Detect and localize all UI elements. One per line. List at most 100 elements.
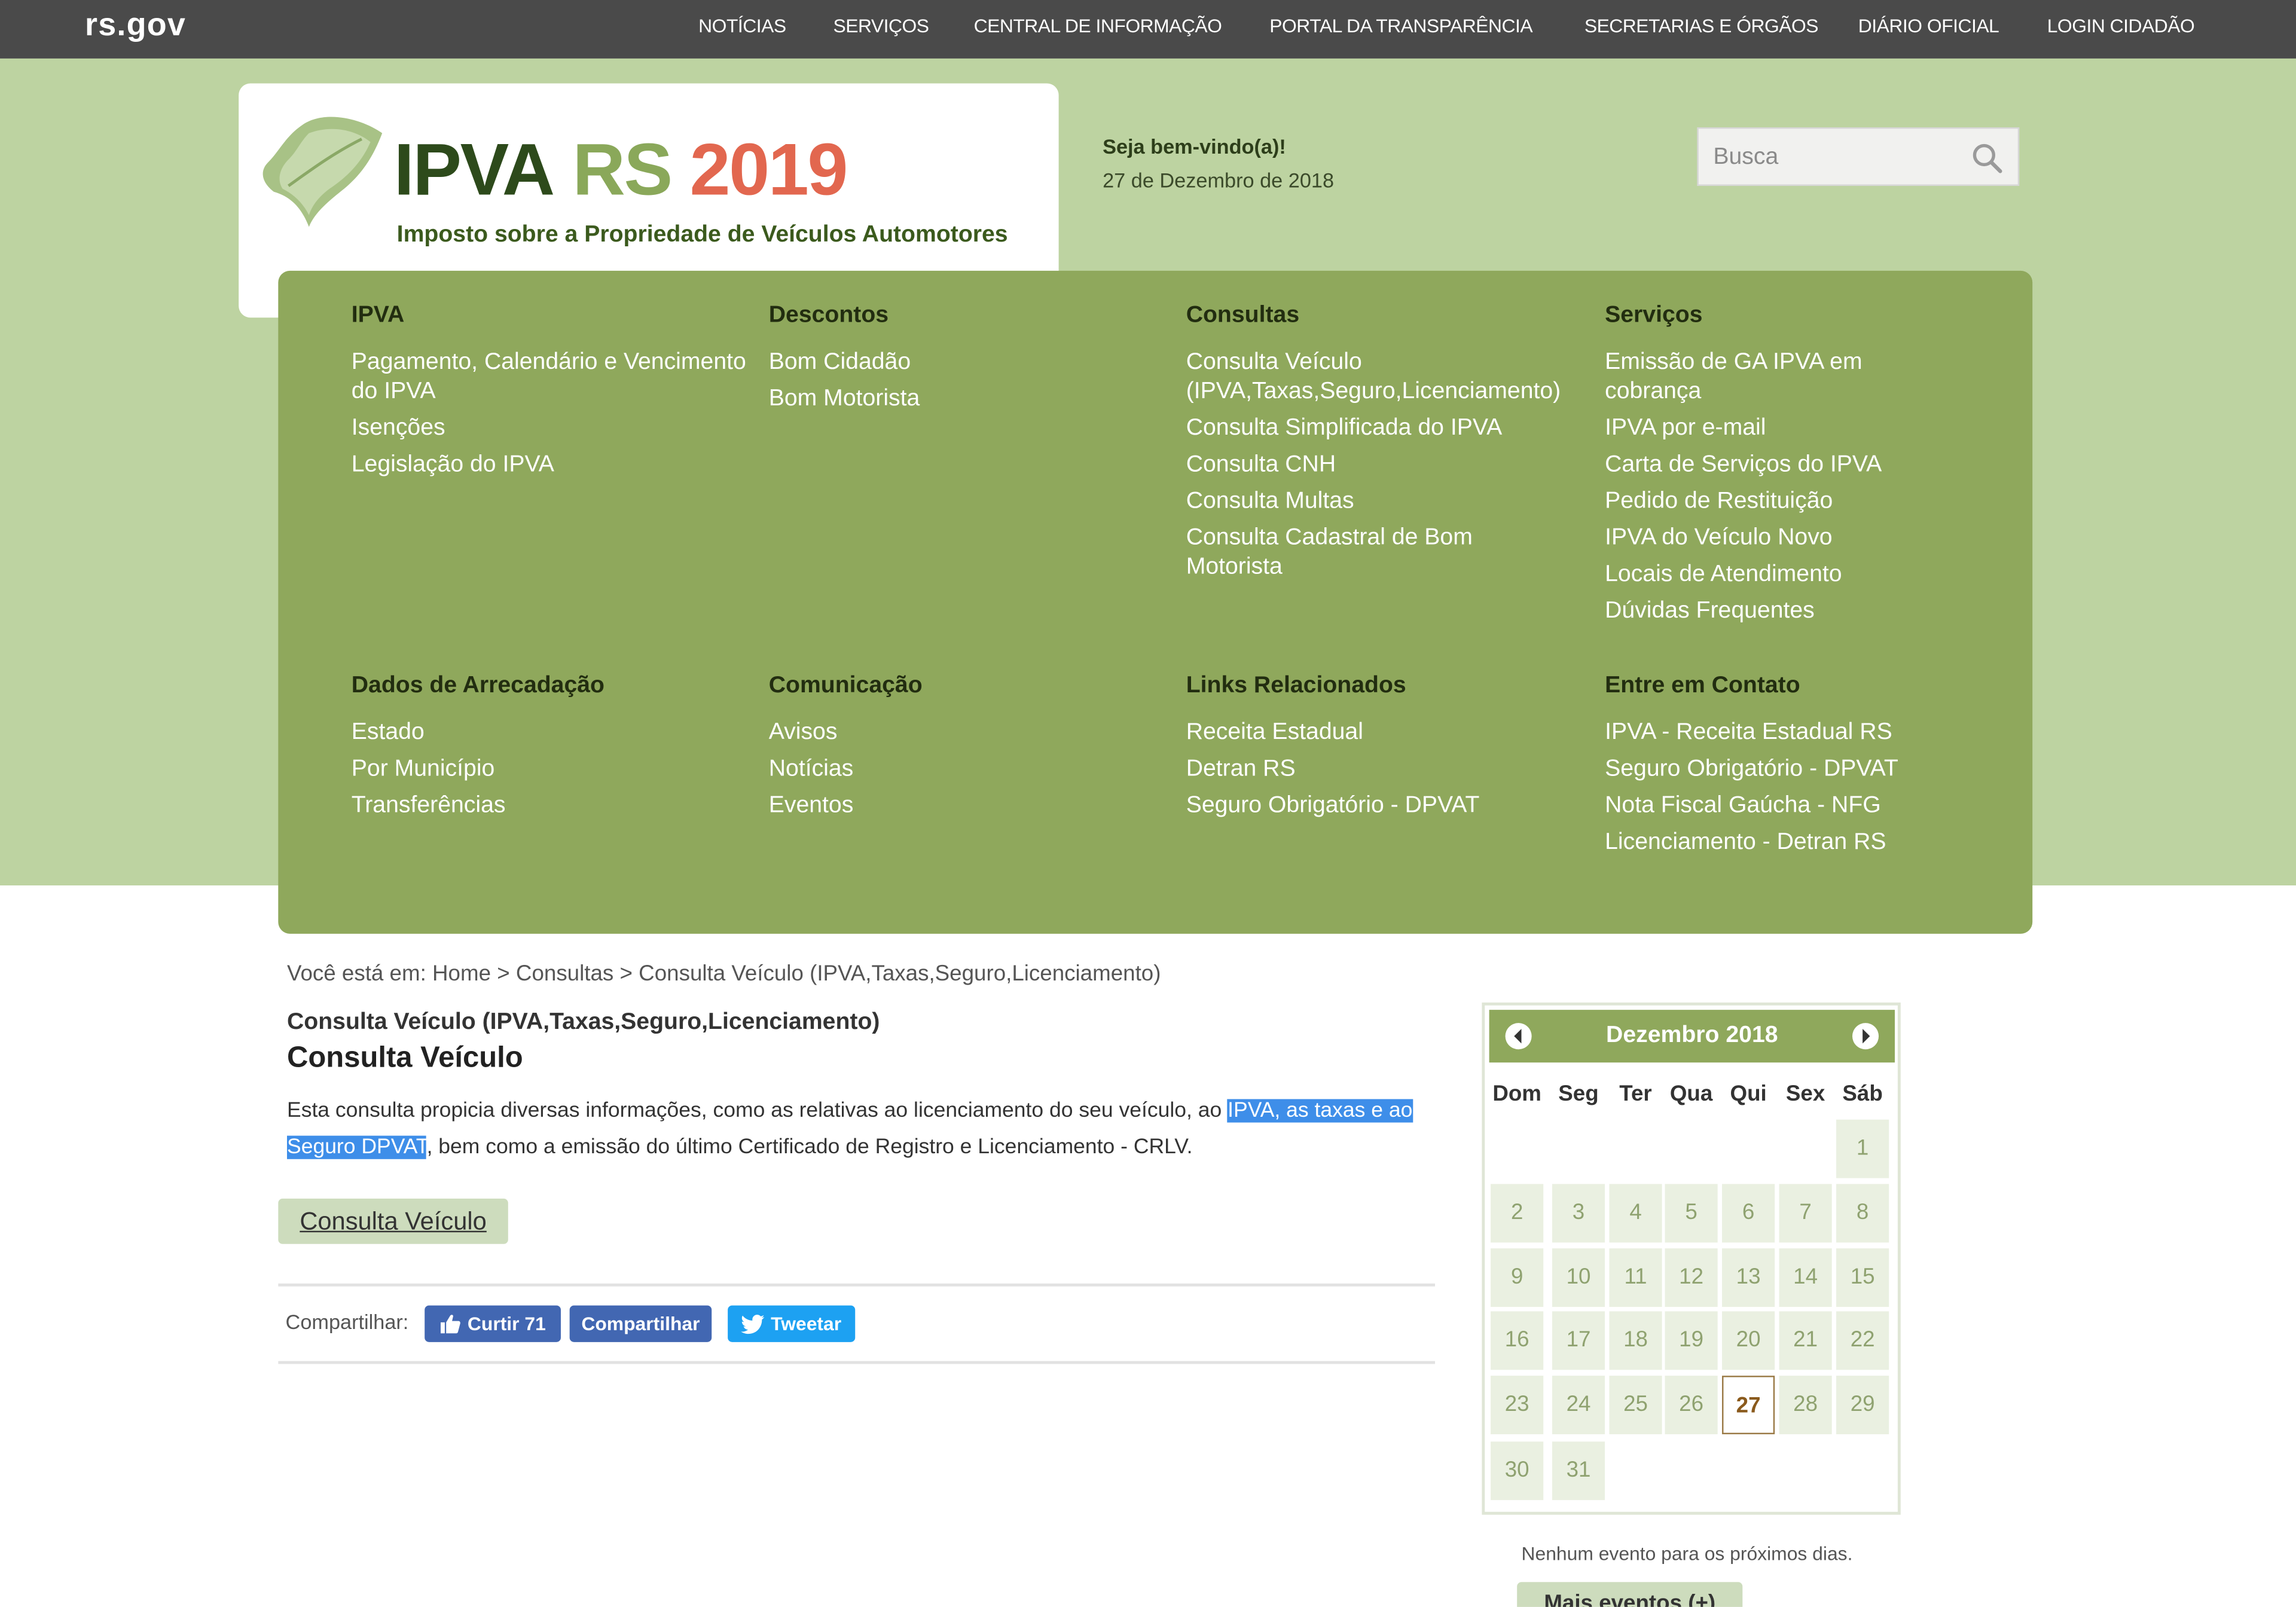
calendar-day[interactable]: 28 (1779, 1376, 1832, 1435)
calendar-day[interactable]: 18 (1609, 1311, 1662, 1370)
menu-link[interactable]: Por Município (352, 755, 754, 784)
calendar-day[interactable]: 16 (1491, 1311, 1544, 1370)
rs-gov-logo[interactable]: rs.gov (85, 6, 186, 44)
menu-link[interactable]: Consulta Simplificada do IPVA (1186, 414, 1604, 444)
calendar-month-title: Dezembro 2018 (1606, 1023, 1778, 1048)
menu-col-ipva: IPVA Pagamento, Calendário e Vencimento … (352, 303, 754, 487)
chevron-right-icon (1863, 1028, 1870, 1044)
calendar-day[interactable]: 11 (1609, 1248, 1662, 1307)
menu-link[interactable]: Transferências (352, 792, 754, 821)
nav-noticias[interactable]: NOTÍCIAS (698, 14, 786, 36)
menu-link[interactable]: IPVA - Receita Estadual RS (1605, 719, 1986, 748)
event-calendar: Dezembro 2018 Dom Seg Ter Qua Qui Sex Sáb 1 2 3 4 5… (1482, 1002, 1901, 1515)
menu-link[interactable]: Seguro Obrigatório - DPVAT (1605, 755, 1986, 784)
menu-link[interactable]: Notícias (769, 755, 1171, 784)
menu-link[interactable]: Consulta Veículo (IPVA,Taxas,Seguro,Lice… (1186, 349, 1604, 407)
tweet-button[interactable]: Tweetar (728, 1305, 856, 1342)
calendar-day[interactable]: 2 (1491, 1184, 1544, 1243)
more-events-button[interactable]: Mais eventos (+) (1517, 1582, 1743, 1607)
nav-diario-oficial[interactable]: DIÁRIO OFICIAL (1858, 14, 1999, 36)
calendar-day[interactable]: 17 (1552, 1311, 1605, 1370)
menu-link[interactable]: Licenciamento - Detran RS (1605, 829, 1986, 858)
calendar-day[interactable]: 30 (1491, 1441, 1544, 1501)
page-title: Consulta Veículo (287, 1041, 523, 1074)
calendar-day[interactable]: 14 (1779, 1248, 1832, 1307)
nav-central-informacao[interactable]: CENTRAL DE INFORMAÇÃO (974, 14, 1222, 36)
nav-secretarias[interactable]: SECRETARIAS E ÓRGÃOS (1584, 14, 1819, 36)
menu-link[interactable]: Locais de Atendimento (1605, 561, 1941, 590)
breadcrumb-separator: > (619, 961, 633, 986)
description-text: Esta consulta propicia diversas informaç… (287, 1099, 1228, 1123)
menu-link[interactable]: IPVA do Veículo Novo (1605, 524, 1941, 553)
menu-link[interactable]: Pagamento, Calendário e Vencimento do IP… (352, 349, 754, 407)
menu-col-consultas: Consultas Consulta Veículo (IPVA,Taxas,S… (1186, 303, 1604, 590)
calendar-day[interactable]: 25 (1609, 1376, 1662, 1435)
menu-link[interactable]: Seguro Obrigatório - DPVAT (1186, 792, 1589, 821)
menu-link[interactable]: Isenções (352, 414, 754, 444)
breadcrumb: Você está em: Home > Consultas > Consult… (287, 961, 1161, 986)
tweet-label: Tweetar (771, 1312, 842, 1335)
calendar-day[interactable]: 23 (1491, 1376, 1544, 1435)
search-input[interactable] (1698, 129, 1980, 188)
calendar-header: Dezembro 2018 (1489, 1010, 1895, 1063)
consulta-veiculo-button[interactable]: Consulta Veículo (278, 1198, 508, 1244)
menu-link[interactable]: Bom Motorista (769, 385, 1171, 414)
calendar-day[interactable]: 31 (1552, 1441, 1605, 1501)
calendar-day[interactable]: 20 (1722, 1311, 1775, 1370)
facebook-share-button[interactable]: Compartilhar (569, 1305, 712, 1342)
facebook-like-button[interactable]: Curtir 71 (425, 1305, 561, 1342)
calendar-next-button[interactable] (1852, 1023, 1879, 1050)
calendar-day[interactable]: 26 (1665, 1376, 1718, 1435)
calendar-weekday: Dom (1492, 1081, 1541, 1107)
calendar-day[interactable]: 15 (1836, 1248, 1889, 1307)
calendar-day[interactable]: 3 (1552, 1184, 1605, 1243)
nav-portal-transparencia[interactable]: PORTAL DA TRANSPARÊNCIA (1269, 14, 1532, 36)
facebook-like-label: Curtir 71 (467, 1312, 546, 1335)
menu-link[interactable]: Consulta CNH (1186, 451, 1604, 480)
calendar-day[interactable]: 21 (1779, 1311, 1832, 1370)
page: rs.gov NOTÍCIAS SERVIÇOS CENTRAL DE INFO… (0, 0, 2296, 1607)
breadcrumb-home-link[interactable]: Home (432, 961, 491, 986)
calendar-day[interactable]: 22 (1836, 1311, 1889, 1370)
menu-link[interactable]: Consulta Multas (1186, 487, 1604, 517)
breadcrumb-consultas: Consultas (515, 961, 614, 986)
calendar-day[interactable]: 24 (1552, 1376, 1605, 1435)
logo-year-text: 2019 (689, 129, 848, 211)
menu-link[interactable]: Bom Cidadão (769, 349, 1171, 378)
divider (278, 1283, 1436, 1287)
calendar-day[interactable]: 8 (1836, 1184, 1889, 1243)
menu-link[interactable]: Legislação do IPVA (352, 451, 754, 480)
menu-link[interactable]: Emissão de GA IPVA em cobrança (1605, 349, 1941, 407)
menu-link[interactable]: Eventos (769, 792, 1171, 821)
nav-servicos[interactable]: SERVIÇOS (833, 14, 929, 36)
calendar-weekday: Sex (1785, 1081, 1825, 1107)
calendar-day[interactable]: 12 (1665, 1248, 1718, 1307)
menu-heading-consultas: Consultas (1186, 303, 1300, 328)
menu-link[interactable]: Detran RS (1186, 755, 1589, 784)
calendar-day[interactable]: 6 (1722, 1184, 1775, 1243)
menu-col-comunicacao: Comunicação Avisos Notícias Eventos (769, 673, 1171, 828)
calendar-day[interactable]: 5 (1665, 1184, 1718, 1243)
menu-col-descontos: Descontos Bom Cidadão Bom Motorista (769, 303, 1171, 421)
menu-link[interactable]: Dúvidas Frequentes (1605, 597, 1941, 627)
menu-link[interactable]: Receita Estadual (1186, 719, 1589, 748)
menu-link[interactable]: Avisos (769, 719, 1171, 748)
calendar-day-today[interactable]: 27 (1722, 1376, 1775, 1435)
calendar-day[interactable]: 10 (1552, 1248, 1605, 1307)
menu-link[interactable]: Carta de Serviços do IPVA (1605, 451, 1941, 480)
calendar-day[interactable]: 4 (1609, 1184, 1662, 1243)
nav-login-cidadao[interactable]: LOGIN CIDADÃO (2047, 14, 2195, 36)
search-icon[interactable] (1971, 142, 2003, 174)
menu-link[interactable]: IPVA por e-mail (1605, 414, 1941, 444)
no-events-text: Nenhum evento para os próximos dias. (1521, 1542, 1853, 1565)
calendar-day[interactable]: 7 (1779, 1184, 1832, 1243)
calendar-day[interactable]: 13 (1722, 1248, 1775, 1307)
menu-link[interactable]: Nota Fiscal Gaúcha - NFG (1605, 792, 1986, 821)
calendar-day[interactable]: 29 (1836, 1376, 1889, 1435)
menu-link[interactable]: Pedido de Restituição (1605, 487, 1941, 517)
calendar-day[interactable]: 1 (1836, 1119, 1889, 1178)
menu-link[interactable]: Consulta Cadastral de Bom Motorista (1186, 524, 1509, 582)
calendar-day[interactable]: 9 (1491, 1248, 1544, 1307)
calendar-day[interactable]: 19 (1665, 1311, 1718, 1370)
menu-link[interactable]: Estado (352, 719, 754, 748)
